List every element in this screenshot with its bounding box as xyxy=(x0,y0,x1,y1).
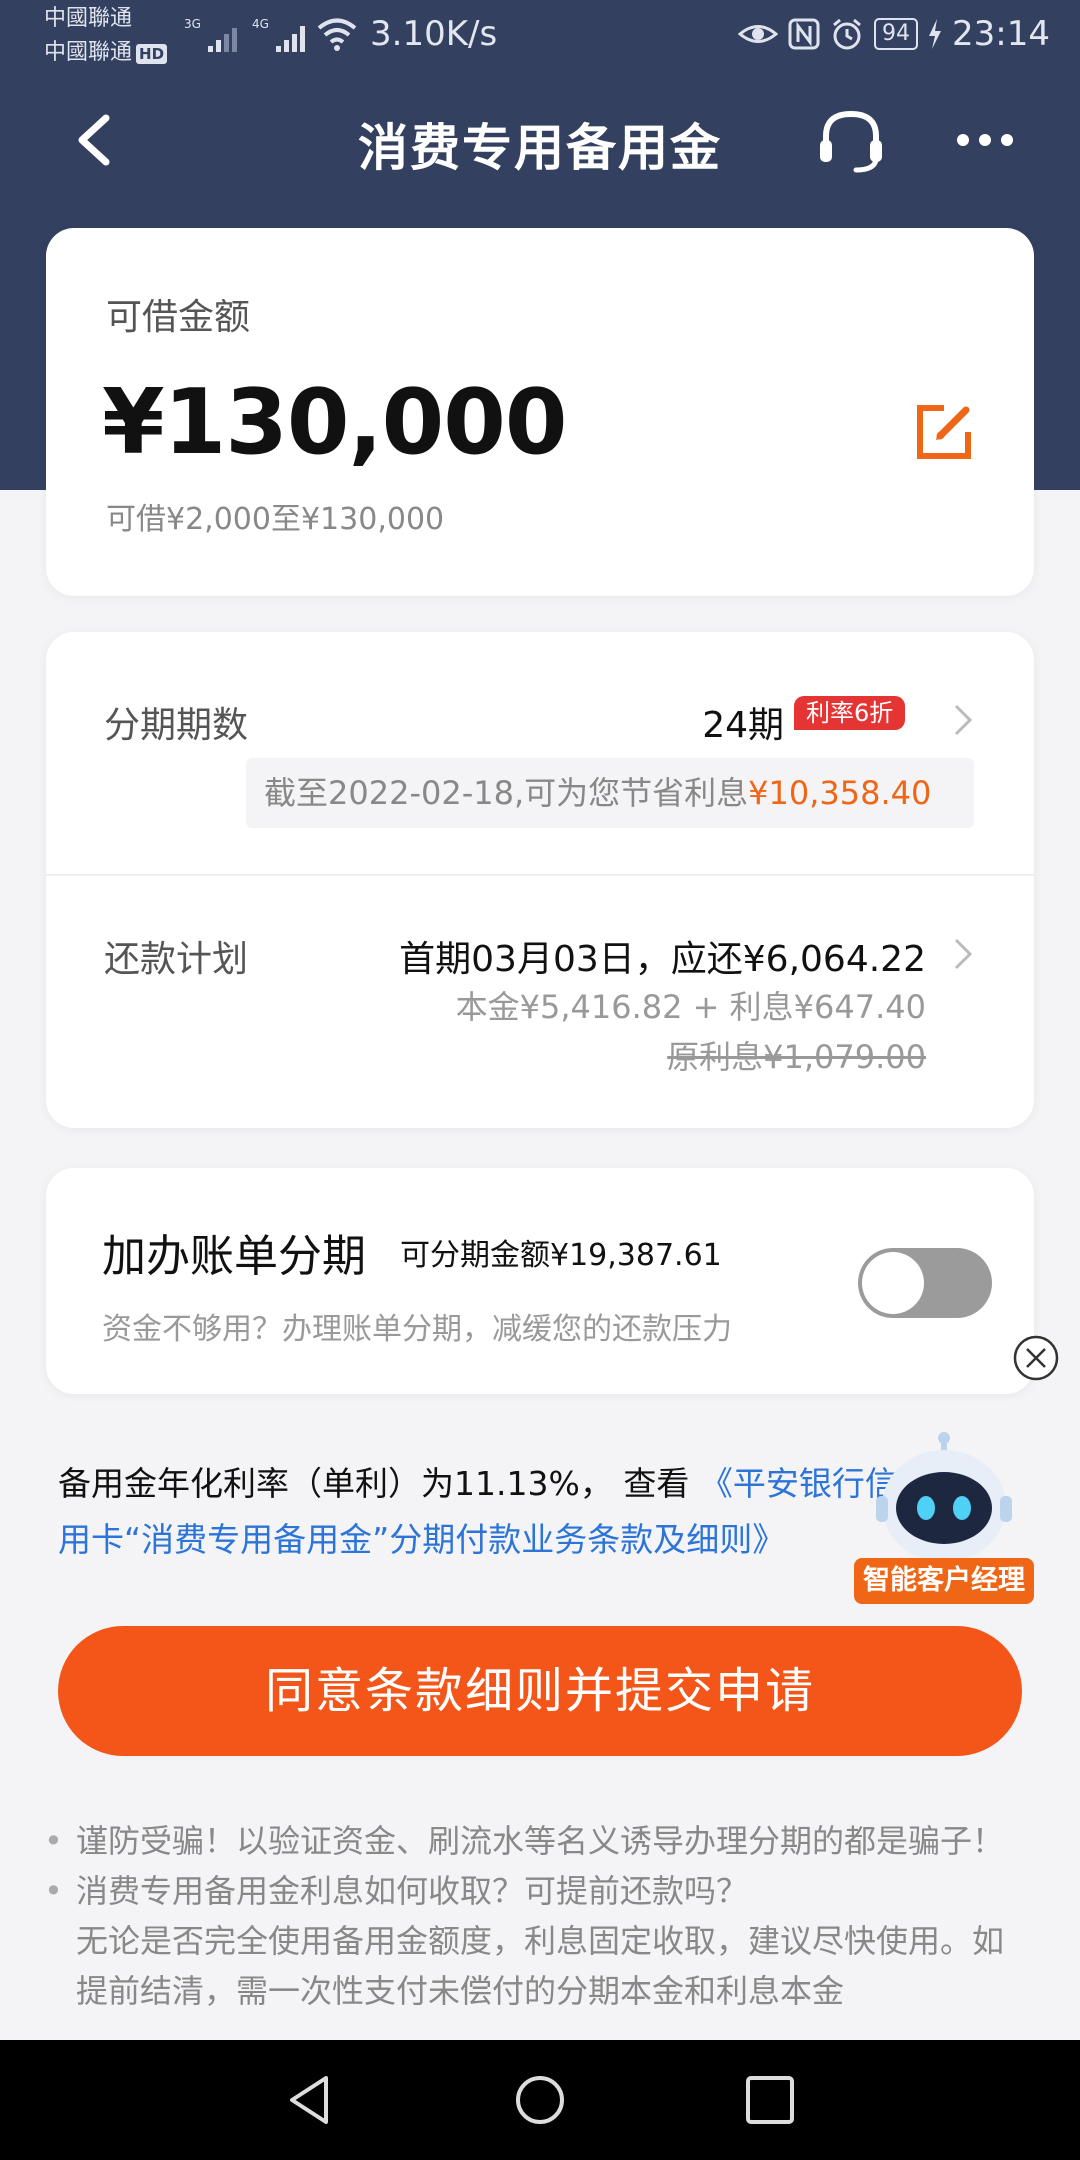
status-bar: 中國聯通 中國聯通 HD 3G 4G 3.10K/s 94 23:14 xyxy=(0,0,1080,74)
eye-icon xyxy=(738,25,779,43)
savings-box: 截至2022-02-18,可为您节省利息¥10,358.40 xyxy=(246,758,974,828)
battery-indicator: 94 xyxy=(874,18,919,50)
android-nav-bar xyxy=(0,2040,1080,2160)
toggle-knob xyxy=(862,1252,924,1314)
repay-original-interest: 原利息¥1,079.00 xyxy=(667,1038,926,1076)
submit-button[interactable]: 同意条款细则并提交申请 xyxy=(58,1626,1022,1756)
period-chevron-icon[interactable] xyxy=(952,702,974,738)
clock-time: 23:14 xyxy=(952,14,1050,54)
carrier-label-1: 中國聯通 xyxy=(44,6,133,31)
rate-badge: 利率6折 xyxy=(794,696,906,730)
savings-text: 截至2022-02-18,可为您节省利息 xyxy=(264,774,749,812)
tip-item: 消费专用备用金利息如何收取？可提前还款吗？ xyxy=(44,1866,1024,1916)
hd-badge: HD xyxy=(136,44,168,64)
amount-card: 可借金额 ¥130,000 可借¥2,000至¥130,000 xyxy=(46,228,1034,596)
amount-label: 可借金额 xyxy=(106,297,251,338)
savings-amount: ¥10,358.40 xyxy=(748,774,932,812)
network-speed: 3.10K/s xyxy=(370,14,498,54)
carrier-label-2: 中國聯通 HD xyxy=(44,40,168,66)
alarm-icon xyxy=(833,18,861,50)
close-icon[interactable] xyxy=(1012,1334,1060,1382)
edit-icon[interactable] xyxy=(914,402,974,462)
plan-card: 分期期数 24期 利率6折 截至2022-02-18,可为您节省利息¥10,35… xyxy=(46,632,1034,1128)
tips-list: 谨防受骗！以验证资金、刷流水等名义诱导办理分期的都是骗子！ 消费专用备用金利息如… xyxy=(44,1816,1024,2016)
period-label: 分期期数 xyxy=(104,705,249,746)
headset-icon[interactable] xyxy=(816,106,886,176)
nav-recents-icon[interactable] xyxy=(742,2072,798,2128)
nav-back-icon[interactable] xyxy=(282,2072,338,2128)
repay-first[interactable]: 首期03月03日，应还¥6,064.22 xyxy=(399,930,926,982)
charging-icon xyxy=(929,19,942,49)
bill-available: 可分期金额¥19,387.61 xyxy=(400,1238,722,1273)
period-value[interactable]: 24期 xyxy=(702,696,784,748)
page-title: 消费专用备用金 xyxy=(358,119,722,177)
nav-home-icon[interactable] xyxy=(512,2072,568,2128)
more-dots-icon[interactable] xyxy=(955,128,1015,152)
nfc-icon xyxy=(788,18,820,50)
nav-bar: 消费专用备用金 xyxy=(0,88,1080,192)
terms-text: 备用金年化利率（单利）为11.13%， 查看 《平安银行信用卡“消费专用备用金”… xyxy=(58,1464,898,1559)
signal-3g-icon: 3G xyxy=(184,17,237,52)
net-4g-label: 4G xyxy=(252,17,269,31)
tip-body: 无论是否完全使用备用金额度，利息固定收取，建议尽快使用。如提前结清，需一次性支付… xyxy=(76,1922,1005,2010)
amount-value: ¥130,000 xyxy=(102,370,568,475)
amount-range: 可借¥2,000至¥130,000 xyxy=(106,502,445,537)
assistant-label[interactable]: 智能客户经理 xyxy=(854,1558,1034,1604)
bill-desc: 资金不够用？办理账单分期，减缓您的还款压力 xyxy=(102,1312,732,1347)
repay-label: 还款计划 xyxy=(104,939,249,980)
bill-installment-card: 加办账单分期 可分期金额¥19,387.61 资金不够用？办理账单分期，减缓您的… xyxy=(46,1168,1034,1394)
signal-4g-icon: 4G xyxy=(252,17,305,52)
status-right: 94 23:14 xyxy=(738,14,1050,54)
tip-item: 谨防受骗！以验证资金、刷流水等名义诱导办理分期的都是骗子！ xyxy=(44,1816,1024,1866)
bill-title: 加办账单分期 xyxy=(102,1231,366,1282)
bill-installment-toggle[interactable] xyxy=(858,1248,992,1318)
wifi-icon xyxy=(317,18,357,51)
divider xyxy=(46,874,1034,876)
repay-breakdown: 本金¥5,416.82 + 利息¥647.40 xyxy=(455,988,926,1026)
net-3g-label: 3G xyxy=(184,17,201,31)
repay-chevron-icon[interactable] xyxy=(952,936,974,972)
